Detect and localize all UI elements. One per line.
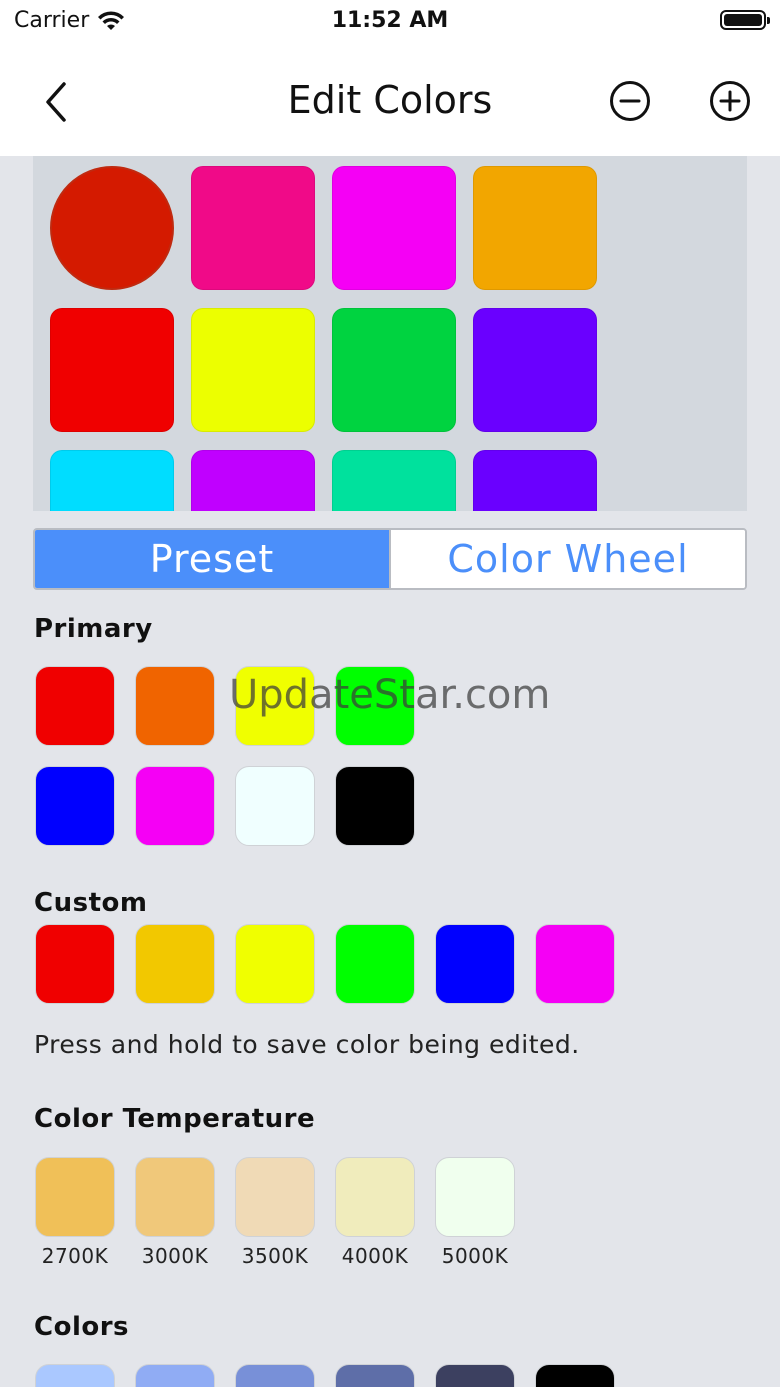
primary-swatch[interactable] [35,666,115,746]
primary-swatch[interactable] [135,766,215,846]
custom-swatch[interactable] [535,924,615,1004]
color-grid-panel[interactable] [33,156,747,511]
primary-swatch[interactable] [35,766,115,846]
tab-color-wheel[interactable]: Color Wheel [389,530,745,588]
remove-color-button[interactable] [609,80,651,122]
mode-segmented-control: Preset Color Wheel [33,528,747,590]
save-hint-text: Press and hold to save color being edite… [34,1030,580,1059]
temperature-swatch[interactable] [135,1157,215,1237]
temperature-label: 3500K [241,1244,309,1268]
color-cell[interactable] [332,166,456,290]
color-cell[interactable] [332,450,456,511]
primary-swatch[interactable] [135,666,215,746]
colors-swatch[interactable] [235,1364,315,1387]
color-cell[interactable] [473,308,597,432]
colors-section-title: Colors [34,1312,130,1342]
color-cell[interactable] [473,166,597,290]
color-cell[interactable] [50,308,174,432]
color-cell[interactable] [473,450,597,511]
add-color-button[interactable] [709,80,751,122]
temperature-label: 4000K [341,1244,409,1268]
tab-preset[interactable]: Preset [35,530,389,588]
colors-swatch[interactable] [35,1364,115,1387]
temperature-swatch[interactable] [235,1157,315,1237]
custom-swatch[interactable] [235,924,315,1004]
temperature-label: 5000K [441,1244,509,1268]
temperature-section-title: Color Temperature [34,1104,316,1134]
primary-swatch[interactable] [235,766,315,846]
color-cell[interactable] [191,166,315,290]
primary-swatch[interactable] [335,666,415,746]
status-bar: Carrier 11:52 AM [0,0,780,44]
status-time: 11:52 AM [331,8,449,33]
primary-swatch[interactable] [335,766,415,846]
custom-swatch[interactable] [135,924,215,1004]
primary-section-title: Primary [34,614,153,644]
colors-swatch[interactable] [535,1364,615,1387]
colors-swatch[interactable] [335,1364,415,1387]
custom-section-title: Custom [34,888,148,918]
selected-color-cell[interactable] [50,166,174,290]
custom-swatch[interactable] [335,924,415,1004]
top-bar: Carrier 11:52 AM Edit Colors [0,0,780,156]
custom-swatch[interactable] [435,924,515,1004]
temperature-swatch[interactable] [435,1157,515,1237]
color-cell[interactable] [191,450,315,511]
primary-swatch[interactable] [235,666,315,746]
colors-swatch[interactable] [135,1364,215,1387]
minus-circle-icon [610,81,650,121]
page-title: Edit Colors [287,78,493,122]
custom-swatch[interactable] [35,924,115,1004]
color-cell[interactable] [191,308,315,432]
temperature-label: 3000K [141,1244,209,1268]
colors-swatch[interactable] [435,1364,515,1387]
temperature-label: 2700K [41,1244,109,1268]
plus-circle-icon [710,81,750,121]
temperature-swatch[interactable] [335,1157,415,1237]
battery-icon [720,10,770,30]
color-cell[interactable] [332,308,456,432]
color-cell[interactable] [50,450,174,511]
temperature-swatch[interactable] [35,1157,115,1237]
